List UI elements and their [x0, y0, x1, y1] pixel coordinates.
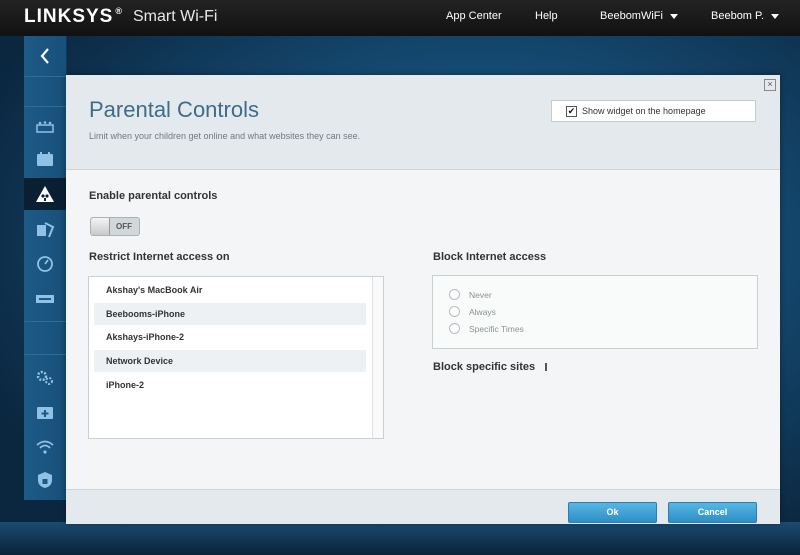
list-item[interactable]: Akshay's MacBook Air	[94, 279, 366, 301]
sidebar	[24, 36, 72, 500]
list-item[interactable]: Akshays-iPhone-2	[94, 326, 366, 348]
checkbox-check-icon[interactable]: ✔	[566, 105, 577, 117]
connectivity-icon[interactable]	[24, 362, 66, 394]
list-item[interactable]: iPhone-2	[94, 374, 366, 396]
info-icon[interactable]	[545, 363, 548, 372]
linksys-logo[interactable]: LINKSYS ®	[24, 6, 123, 28]
sidebar-divider	[24, 106, 66, 107]
device-list-icon[interactable]	[24, 111, 66, 143]
block-internet-access-label: Block Internet access	[433, 251, 547, 263]
chevron-down-icon	[771, 13, 780, 19]
enable-parental-controls-label: Enable parental controls	[89, 190, 218, 202]
ok-button[interactable]: Ok	[568, 502, 657, 523]
external-storage-icon[interactable]	[24, 283, 66, 315]
network-name: BeebomWiFi	[600, 10, 663, 22]
radio-circle-icon[interactable]	[449, 306, 460, 317]
sidebar-divider	[24, 76, 66, 77]
brand-text: LINKSYS	[24, 6, 114, 27]
list-scrollbar[interactable]	[372, 277, 383, 438]
restrict-access-label: Restrict Internet access on	[89, 251, 230, 263]
troubleshooting-icon[interactable]	[24, 396, 66, 428]
radio-specific-times[interactable]: Specific Times	[449, 323, 524, 334]
sidebar-divider	[24, 321, 66, 322]
help-link[interactable]: Help	[535, 10, 558, 22]
cancel-button[interactable]: Cancel	[668, 502, 757, 523]
user-menu[interactable]: Beebom P.	[711, 10, 780, 22]
radio-label: Always	[469, 306, 496, 317]
block-specific-sites-label: Block specific sites	[433, 361, 548, 373]
close-icon[interactable]: ×	[764, 79, 776, 91]
show-widget-label: Show widget on the homepage	[582, 106, 706, 116]
device-list: Akshay's MacBook Air Beebooms-iPhone Aks…	[88, 276, 384, 439]
parental-controls-toggle[interactable]: OFF	[90, 217, 140, 236]
dialog-footer: Ok Cancel	[66, 489, 780, 524]
speed-test-icon[interactable]	[24, 248, 66, 280]
page-title: Parental Controls	[89, 97, 259, 122]
toggle-state: OFF	[116, 222, 132, 231]
radio-label: Never	[469, 289, 492, 300]
radio-circle-icon[interactable]	[449, 289, 460, 300]
radio-always[interactable]: Always	[449, 306, 496, 317]
back-chevron-icon[interactable]	[24, 36, 66, 76]
block-sites-text: Block specific sites	[433, 361, 536, 373]
parental-controls-dialog: × Parental Controls Limit when your chil…	[66, 75, 780, 524]
radio-circle-icon[interactable]	[449, 323, 460, 334]
sidebar-divider	[24, 354, 66, 355]
list-item[interactable]: Beebooms-iPhone	[94, 303, 366, 325]
app-center-link[interactable]: App Center	[446, 10, 502, 22]
top-bar: LINKSYS ® Smart Wi-Fi App Center Help Bee…	[0, 0, 800, 36]
wireless-icon[interactable]	[24, 431, 66, 463]
show-widget-checkbox[interactable]: ✔ Show widget on the homepage	[551, 100, 756, 122]
chevron-down-icon	[669, 13, 678, 19]
radio-never[interactable]: Never	[449, 289, 492, 300]
trademark-mark: ®	[115, 6, 123, 16]
block-access-options: Never Always Specific Times	[432, 275, 758, 349]
user-name: Beebom P.	[711, 10, 765, 22]
background-footer	[0, 522, 800, 555]
security-icon[interactable]	[24, 464, 66, 496]
product-name: Smart Wi-Fi	[133, 8, 218, 25]
media-prioritization-icon[interactable]	[24, 214, 66, 246]
toggle-knob	[91, 218, 110, 235]
radio-label: Specific Times	[469, 323, 524, 334]
page-subtitle: Limit when your children get online and …	[89, 131, 361, 141]
list-item[interactable]: Network Device	[94, 350, 366, 372]
network-menu[interactable]: BeebomWiFi	[600, 10, 678, 22]
wifi-schedule-icon[interactable]	[24, 143, 66, 175]
dialog-header: × Parental Controls Limit when your chil…	[66, 75, 780, 170]
parental-controls-icon[interactable]	[24, 178, 72, 210]
